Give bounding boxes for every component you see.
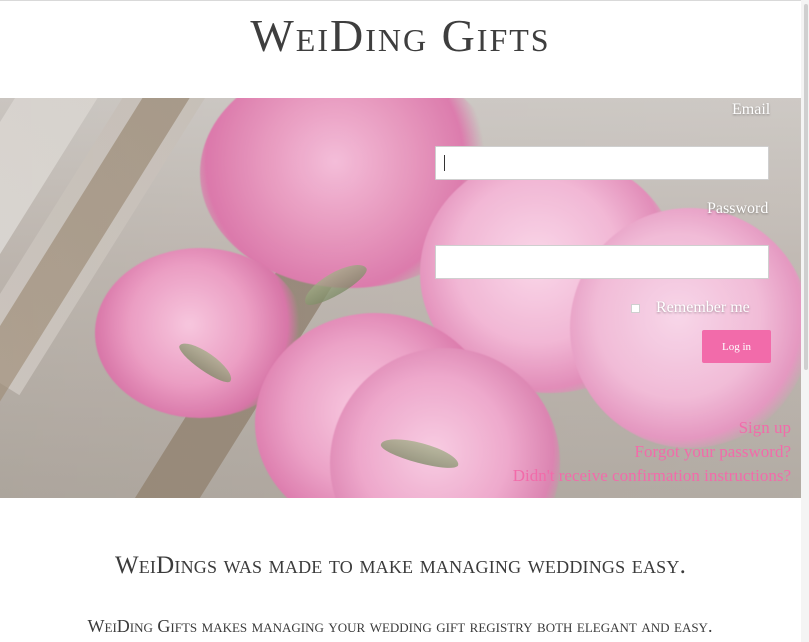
email-field[interactable] — [435, 146, 769, 180]
remember-label: Remember me — [656, 299, 750, 316]
text-cursor — [444, 155, 445, 171]
remember-me[interactable]: Remember me — [631, 299, 750, 316]
auth-links: Sign up Forgot your password? Didn't rec… — [513, 416, 791, 488]
page-subline: WeiDing Gifts makes managing your weddin… — [87, 616, 713, 636]
vertical-scrollbar[interactable] — [801, 0, 809, 642]
page-headline: WeiDings was made to make managing weddi… — [114, 552, 687, 579]
confirmation-instructions-link[interactable]: Didn't receive confirmation instructions… — [513, 464, 791, 488]
password-label: Password — [707, 200, 769, 217]
scrollbar-thumb[interactable] — [804, 4, 808, 370]
remember-checkbox[interactable] — [631, 303, 640, 313]
top-border — [0, 0, 801, 1]
login-button[interactable]: Log in — [702, 330, 771, 363]
forgot-password-link[interactable]: Forgot your password? — [513, 440, 791, 464]
sign-up-link[interactable]: Sign up — [513, 416, 791, 440]
password-field[interactable] — [435, 245, 769, 279]
email-label: Email — [732, 101, 771, 118]
brand-title: WeiDing Gifts — [250, 10, 551, 61]
